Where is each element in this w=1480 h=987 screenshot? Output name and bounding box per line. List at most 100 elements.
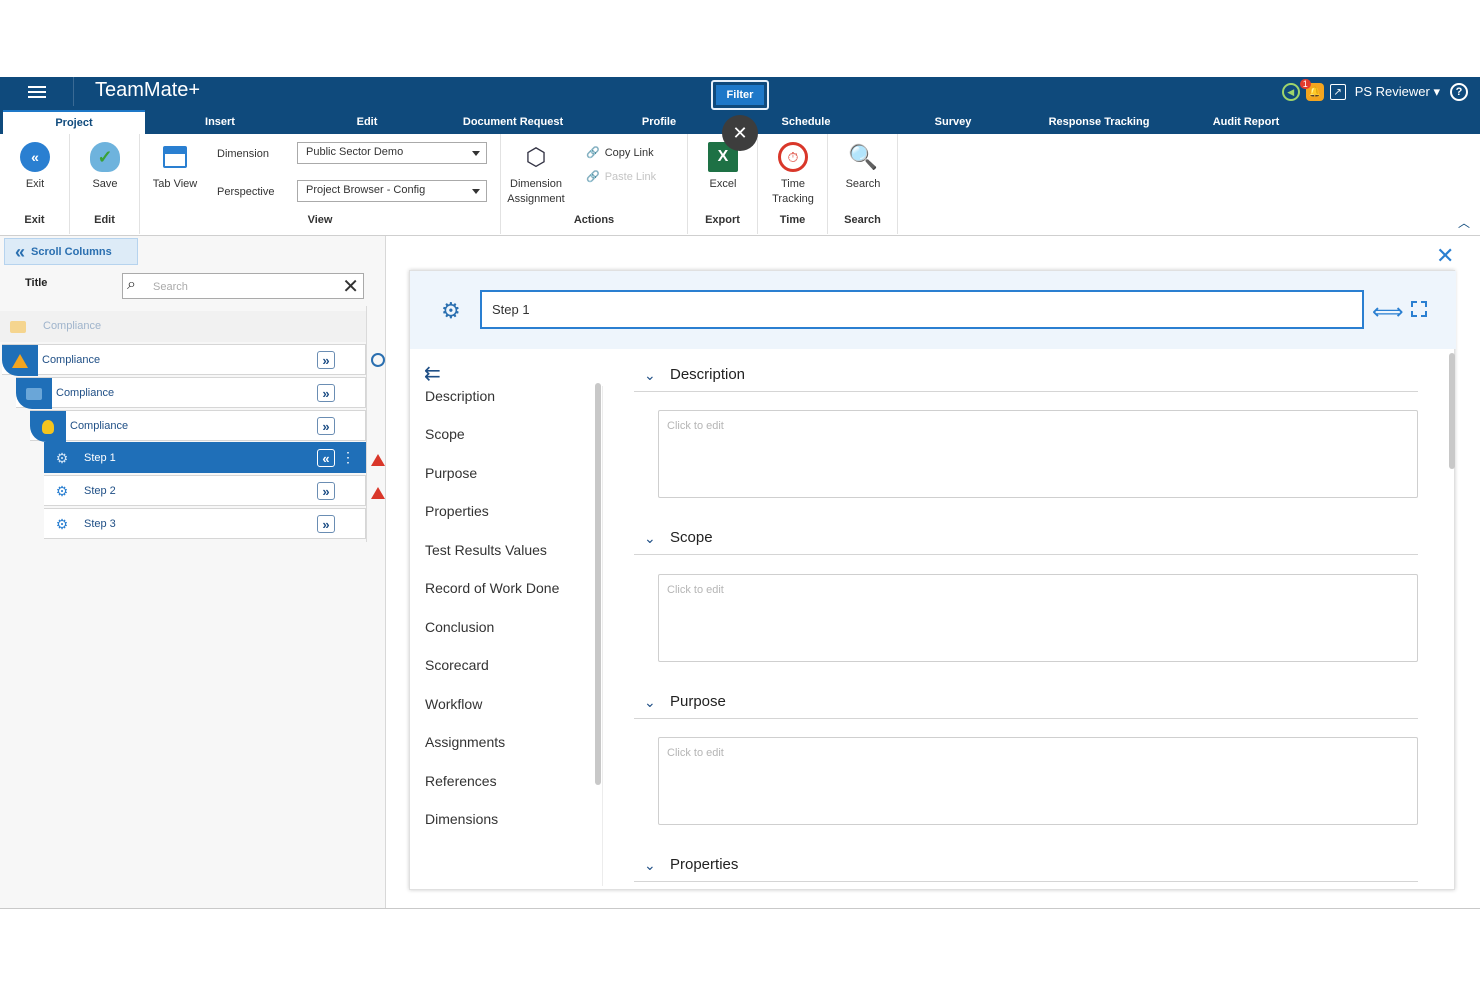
section-scope-header[interactable]: ⌄ Scope: [634, 525, 1418, 555]
tab-project[interactable]: Project: [3, 110, 145, 134]
section-properties-header[interactable]: ⌄ Properties: [634, 852, 1418, 882]
section-description-header[interactable]: ⌄ Description: [634, 362, 1418, 392]
gear-icon[interactable]: ⚙: [441, 298, 461, 324]
open-external-icon[interactable]: ↗: [1329, 84, 1346, 100]
time-icon-wrap: ⏱: [778, 142, 808, 172]
close-overlay-icon[interactable]: ✕: [722, 115, 758, 151]
notifications-icon[interactable]: 🔔 1: [1299, 79, 1324, 101]
dimension-assignment-label-2: Assignment: [507, 193, 565, 205]
section-title: Scope: [670, 529, 713, 546]
perspective-label: Perspective: [217, 186, 275, 198]
nav-scorecard[interactable]: Scorecard: [425, 657, 489, 673]
step-title-input[interactable]: Step 1: [480, 290, 1364, 329]
nav-references[interactable]: References: [425, 773, 497, 789]
save-button[interactable]: ✓ Save: [75, 142, 135, 190]
nav-conclusion[interactable]: Conclusion: [425, 619, 494, 635]
tree-row-compliance-3[interactable]: Compliance »: [30, 410, 366, 442]
folder-icon: [16, 378, 52, 409]
nav-workflow[interactable]: Workflow: [425, 696, 482, 712]
search-button[interactable]: 🔍 Search: [833, 142, 893, 191]
detail-scrollbar[interactable]: [1449, 353, 1455, 469]
tree-search-input[interactable]: ⌕ Search ✕: [122, 273, 364, 299]
tab-audit-report[interactable]: Audit Report: [1200, 110, 1292, 134]
tree-row-root[interactable]: Compliance: [0, 311, 366, 342]
nav-assignments[interactable]: Assignments: [425, 734, 505, 750]
collapse-ribbon-icon[interactable]: ︿: [1458, 214, 1470, 231]
nav-properties[interactable]: Properties: [425, 503, 489, 519]
clear-search-icon[interactable]: ✕: [342, 274, 359, 299]
search-label: Search: [845, 178, 881, 190]
expand-chevron-icon[interactable]: »: [317, 417, 335, 435]
history-icon[interactable]: [371, 353, 385, 367]
warning-icon: [371, 487, 385, 499]
tab-survey[interactable]: Survey: [913, 110, 993, 134]
tab-document-request[interactable]: Document Request: [453, 110, 573, 134]
close-panel-icon[interactable]: ✕: [1436, 243, 1454, 269]
save-icon: ✓: [90, 142, 120, 172]
tree-label: Compliance: [43, 320, 102, 332]
excel-label: Excel: [709, 178, 737, 190]
expand-chevron-icon[interactable]: »: [317, 351, 335, 369]
tree-row-step-2[interactable]: ⚙ Step 2 »: [44, 475, 366, 506]
group-search-label: Search: [844, 214, 881, 226]
group-edit: ✓ Save Edit: [70, 134, 140, 234]
help-icon[interactable]: ?: [1450, 83, 1468, 101]
collapse-nav-icon[interactable]: ⇇: [424, 361, 441, 386]
tab-edit[interactable]: Edit: [327, 110, 407, 134]
tree-row-step-3[interactable]: ⚙ Step 3 »: [44, 508, 366, 539]
collapse-chevron-icon[interactable]: «: [317, 449, 335, 467]
tab-view-label: Tab View: [152, 178, 198, 190]
expand-chevron-icon[interactable]: »: [317, 482, 335, 500]
tab-view-icon: [163, 146, 187, 168]
expand-chevron-icon[interactable]: »: [317, 515, 335, 533]
back-arrow-icon[interactable]: ◀: [1281, 83, 1300, 101]
perspective-select[interactable]: Project Browser - Config: [297, 180, 487, 202]
paste-link-button[interactable]: 🔗 Paste Link: [586, 170, 656, 184]
more-options-icon[interactable]: ⋮: [341, 449, 355, 466]
dimension-select[interactable]: Public Sector Demo: [297, 142, 487, 164]
exit-button[interactable]: « Exit: [5, 142, 65, 190]
gear-icon: ⚙: [55, 483, 69, 499]
save-label: Save: [92, 178, 118, 190]
tab-profile[interactable]: Profile: [619, 110, 699, 134]
notification-badge: 1: [1299, 79, 1311, 89]
scope-editor[interactable]: Click to edit: [658, 574, 1418, 662]
tree-label: Step 3: [84, 518, 116, 530]
description-editor[interactable]: Click to edit: [658, 410, 1418, 498]
tab-view-button[interactable]: Tab View: [145, 142, 205, 190]
fullscreen-icon[interactable]: [1411, 301, 1427, 317]
scroll-columns-button[interactable]: « Scroll Columns: [4, 238, 138, 265]
nav-description[interactable]: Description: [425, 388, 495, 404]
purpose-editor[interactable]: Click to edit: [658, 737, 1418, 825]
hamburger-menu-icon[interactable]: [0, 77, 74, 106]
dimension-assignment-button[interactable]: ⬡ Dimension Assignment: [506, 142, 566, 206]
chevron-down-icon: ⌄: [644, 530, 656, 546]
filter-button[interactable]: Filter: [711, 80, 769, 110]
folder-icon: [0, 311, 36, 342]
section-purpose-header[interactable]: ⌄ Purpose: [634, 689, 1418, 719]
warning-icon: [371, 454, 385, 466]
tree-label: Compliance: [70, 420, 129, 432]
double-chevron-left-icon: «: [15, 241, 26, 262]
nav-scrollbar[interactable]: [595, 383, 601, 785]
expand-chevron-icon[interactable]: »: [317, 384, 335, 402]
group-view-label: View: [307, 214, 333, 226]
time-tracking-button[interactable]: ⏱ Time Tracking: [763, 142, 823, 205]
tab-response-tracking[interactable]: Response Tracking: [1040, 110, 1158, 134]
time-label-1: Time: [780, 178, 806, 190]
nav-test-results-values[interactable]: Test Results Values: [425, 542, 547, 558]
tree-row-compliance-2[interactable]: Compliance »: [16, 377, 366, 409]
tab-view-icon-wrap: [160, 142, 190, 172]
nav-record-of-work-done[interactable]: Record of Work Done: [425, 580, 559, 596]
user-menu[interactable]: PS Reviewer ▾: [1355, 84, 1440, 100]
copy-link-button[interactable]: 🔗 Copy Link: [586, 146, 654, 160]
nav-purpose[interactable]: Purpose: [425, 465, 477, 481]
tab-insert[interactable]: Insert: [180, 110, 260, 134]
tree-row-step-1[interactable]: ⚙ Step 1 « ⋮: [44, 442, 366, 473]
tree-row-compliance-1[interactable]: Compliance »: [2, 344, 366, 376]
exit-icon: «: [20, 142, 50, 172]
nav-dimensions[interactable]: Dimensions: [425, 811, 498, 827]
nav-scope[interactable]: Scope: [425, 426, 465, 442]
tab-schedule[interactable]: Schedule: [766, 110, 846, 134]
split-view-icon[interactable]: ⟺: [1372, 299, 1404, 325]
